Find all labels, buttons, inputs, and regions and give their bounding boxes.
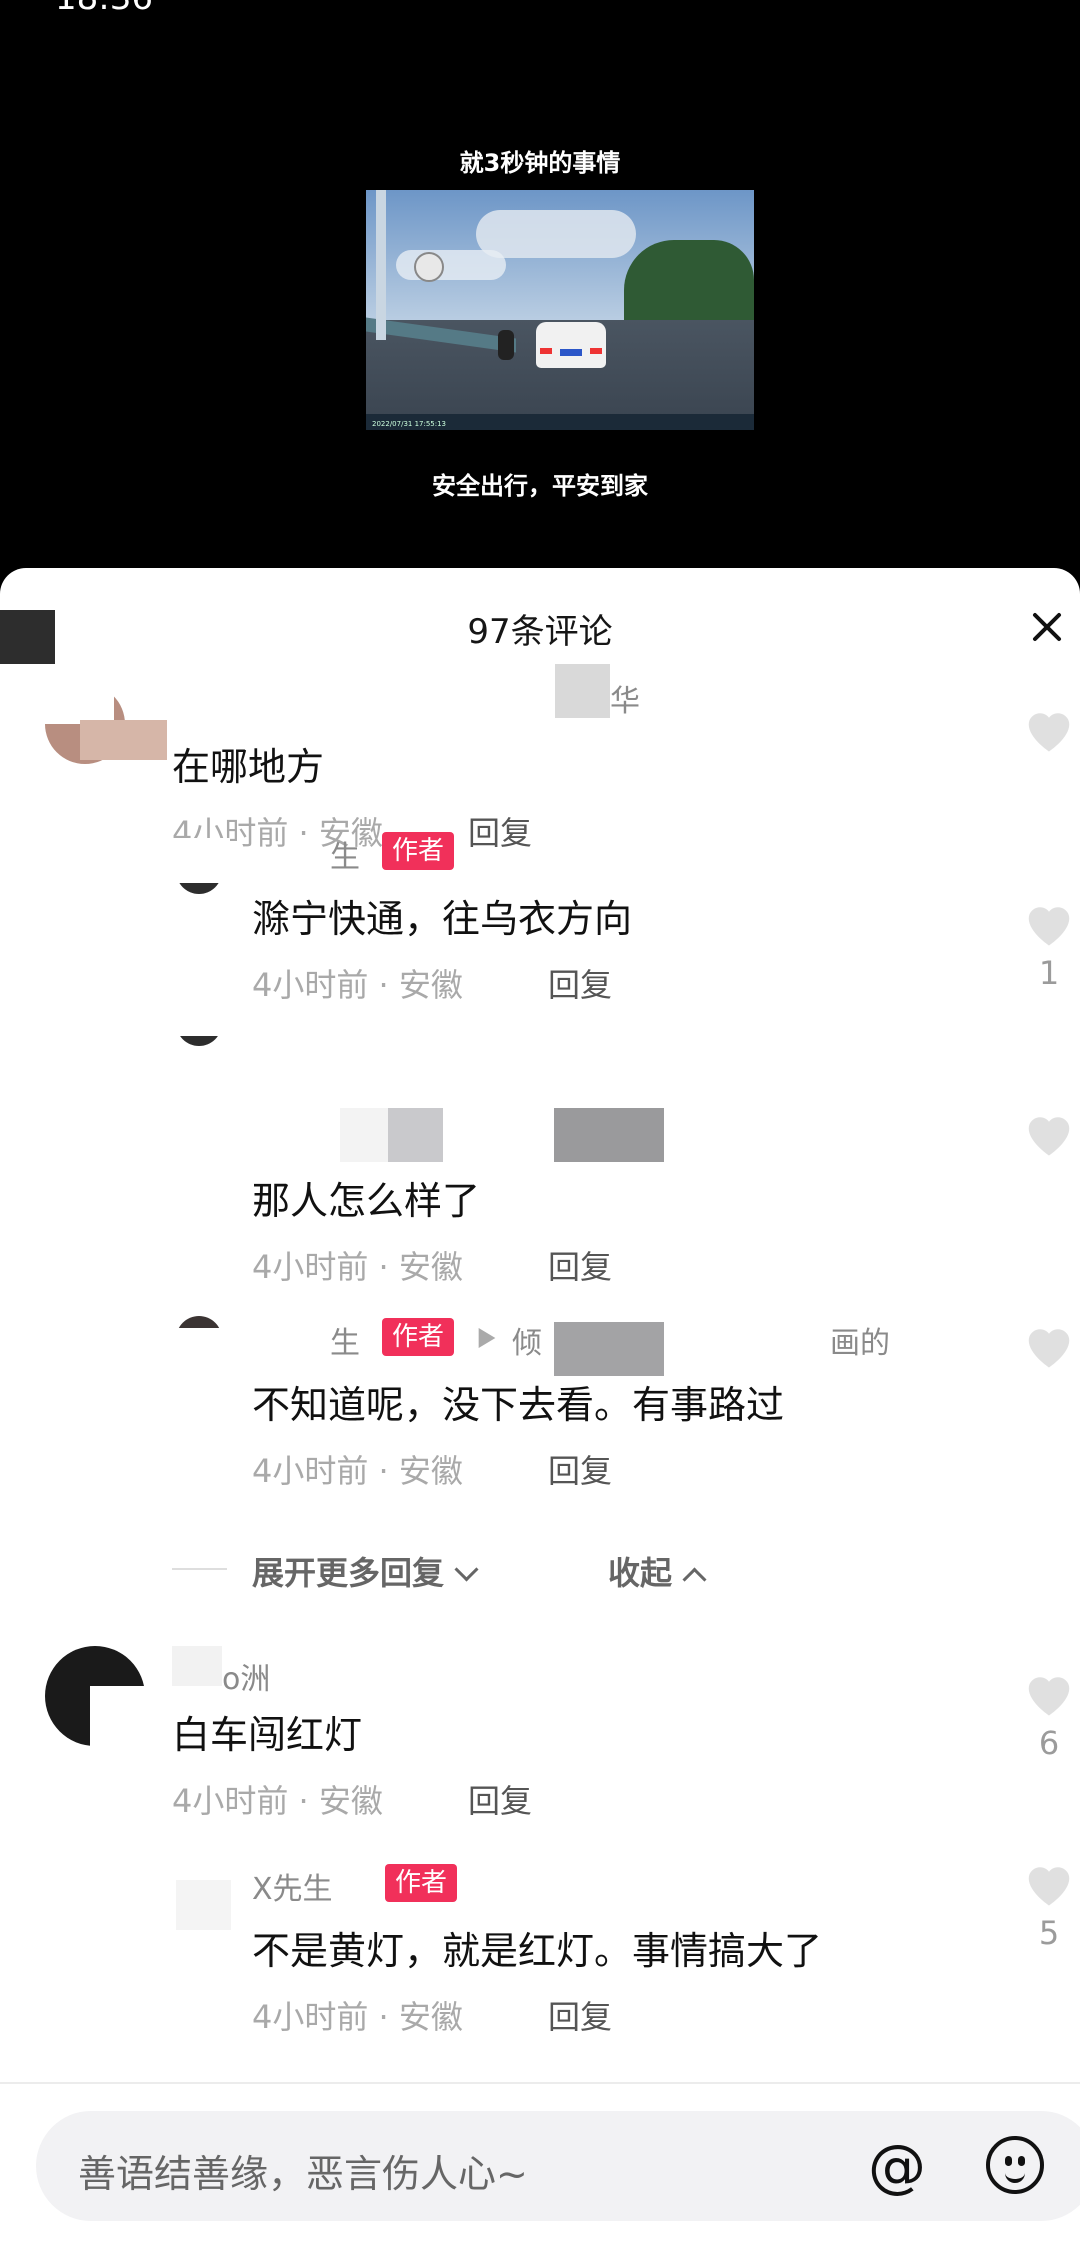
comment-text: 滁宁快通，往乌衣方向 (252, 897, 633, 941)
video-caption-top: 就3秒钟的事情 (459, 149, 621, 177)
comment-text: 在哪地方 (172, 745, 325, 789)
comment-author[interactable]: X先生 (252, 1864, 333, 1908)
heart-icon[interactable] (1022, 1320, 1076, 1370)
comment-text: 不知道呢，没下去看。有事路过 (252, 1383, 785, 1427)
comment-count-title: 97条评论 (467, 612, 613, 652)
avatar[interactable] (176, 1880, 231, 1930)
white-car (536, 322, 606, 368)
heart-icon[interactable] (1022, 1858, 1076, 1908)
heart-icon[interactable] (1022, 1108, 1076, 1158)
author-badge: 作者 (382, 1318, 455, 1356)
comment-text: 那人怎么样了 (252, 1179, 481, 1223)
chevron-down-icon (454, 1557, 479, 1582)
at-icon[interactable]: @ (866, 2135, 928, 2197)
comment-text: 不是黄灯，就是红灯。事情搞大了 (252, 1929, 823, 1973)
emoji-icon[interactable] (986, 2136, 1044, 2194)
reply-to-user[interactable]: 倾 (512, 1318, 542, 1362)
video-caption-bottom: 安全出行，平安到家 (432, 472, 648, 500)
motorbike-figure (498, 330, 514, 360)
author-badge: 作者 (385, 1864, 458, 1902)
comment-input[interactable]: 善语结善缘，恶言伤人心~ @ (36, 2111, 1080, 2221)
video-timestamp: 2022/07/31 17:55:13 (372, 420, 447, 428)
reply-button[interactable]: 回复 (548, 1446, 612, 1492)
comment-meta: 4小时前 · 安徽 (252, 966, 463, 1004)
like-count: 1 (1038, 954, 1060, 992)
heart-icon[interactable] (1022, 1668, 1076, 1718)
road-sign-icon (414, 252, 444, 282)
blurred-username (554, 1108, 664, 1162)
like-count: 5 (1038, 1914, 1060, 1952)
author-badge: 作者 (382, 832, 455, 870)
comment-text: 白车闯红灯 (172, 1713, 363, 1757)
comment-panel: 97条评论 华 在哪地方 4小时前 · 安徽 回复 生 作者 滁宁快通，往乌衣方… (0, 568, 1080, 2256)
comment-author[interactable]: 生 (330, 832, 360, 876)
chevron-up-icon (682, 1567, 707, 1592)
blurred-username (554, 1322, 664, 1376)
comment-meta: 4小时前 · 安徽 (252, 1998, 463, 2036)
comment-author[interactable]: 华 (610, 676, 640, 720)
reply-button[interactable]: 回复 (468, 1776, 532, 1822)
comment-author[interactable]: 生 (330, 1318, 360, 1362)
status-icons (860, 0, 1040, 8)
heart-icon[interactable] (1022, 898, 1076, 948)
reply-button[interactable]: 回复 (548, 1242, 612, 1288)
reply-button[interactable]: 回复 (548, 960, 612, 1006)
blurred-username (555, 664, 610, 718)
triangle-right-icon (478, 1328, 496, 1348)
video-frame: 2022/07/31 17:55:13 (366, 190, 754, 430)
comment-meta: 4小时前 · 安徽 (172, 1782, 383, 1820)
comment-meta: 4小时前 · 安徽 (252, 1452, 463, 1490)
blurred-username (388, 1108, 443, 1162)
reply-to-user-tail: 画的 (830, 1326, 890, 1361)
close-icon[interactable] (1030, 610, 1064, 644)
expand-more-replies[interactable]: 展开更多回复 (252, 1548, 479, 1594)
like-count: 6 (1038, 1724, 1060, 1762)
comment-meta: 4小时前 · 安徽 (252, 1248, 463, 1286)
video-player[interactable]: 18:36 就3秒钟的事情 2022/07/31 17:55:13 安全出行，平… (0, 0, 1080, 572)
divider (172, 1568, 227, 1570)
comment-author[interactable]: o洲 (222, 1654, 270, 1698)
status-time: 18:36 (55, 0, 245, 18)
divider (0, 2082, 1080, 2084)
collapse-replies[interactable]: 收起 (608, 1548, 707, 1594)
reply-button[interactable]: 回复 (548, 1992, 612, 2038)
heart-icon[interactable] (1022, 704, 1076, 754)
comment-input-placeholder: 善语结善缘，恶言伤人心~ (78, 2152, 528, 2196)
reply-button[interactable]: 回复 (468, 808, 532, 854)
